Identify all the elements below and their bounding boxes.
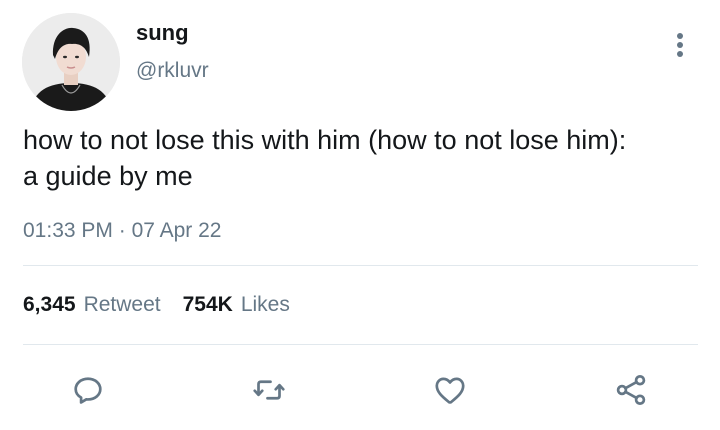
tweet-date[interactable]: 07 Apr 22 [132, 219, 222, 242]
reply-icon [74, 377, 102, 404]
retweet-button[interactable] [249, 370, 289, 410]
retweet-label: Retweet [83, 293, 161, 316]
tweet-timestamp: 01:33 PM · 07 Apr 22 [23, 216, 221, 246]
retweet-count: 6,345 [23, 293, 76, 316]
avatar-image [22, 13, 120, 111]
likes-stat[interactable]: 754K Likes [183, 290, 290, 320]
divider [23, 265, 698, 266]
more-options-icon[interactable] [668, 30, 692, 60]
like-button[interactable] [430, 370, 470, 410]
more-dot [677, 33, 683, 39]
retweet-icon [253, 380, 285, 400]
reply-button[interactable] [68, 370, 108, 410]
divider [23, 344, 698, 345]
tweet-text-line: how to not lose this with him (how to no… [23, 125, 627, 155]
tweet-time[interactable]: 01:33 PM [23, 219, 113, 242]
share-button[interactable] [611, 370, 651, 410]
tweet-text-line: a guide by me [23, 161, 193, 191]
heart-icon [435, 377, 465, 404]
meta-separator: · [118, 219, 126, 242]
user-handle[interactable]: @rkluvr [136, 57, 209, 85]
likes-label: Likes [240, 293, 290, 316]
likes-count: 754K [182, 293, 233, 316]
more-dot [677, 51, 683, 57]
display-name[interactable]: sung [136, 19, 189, 47]
retweet-stat[interactable]: 6,345 Retweet [23, 290, 161, 320]
more-dot [677, 42, 683, 48]
avatar[interactable] [22, 13, 120, 111]
tweet-text: how to not lose this with him (how to no… [23, 122, 693, 194]
share-icon [616, 375, 646, 405]
tweet-card: sung @rkluvr how to not lose this with h… [0, 0, 720, 430]
tweet-stats: 6,345 Retweet 754K Likes [23, 290, 290, 320]
